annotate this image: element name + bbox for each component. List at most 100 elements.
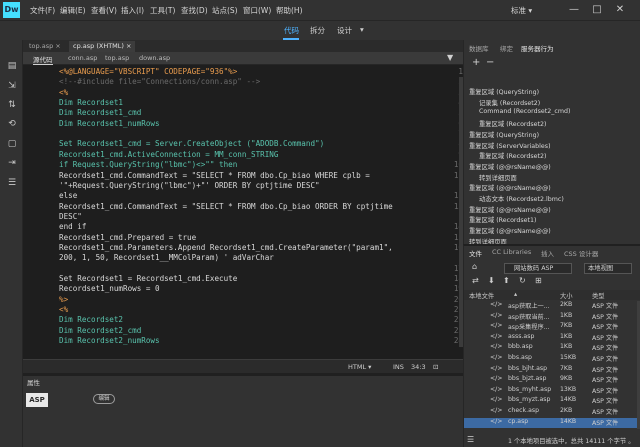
file-type: ASP 文件 — [592, 334, 619, 342]
tab-insert[interactable]: 插入 — [541, 248, 554, 258]
indent-icon[interactable]: ⇥ — [6, 157, 18, 169]
refresh-icon[interactable]: ↻ — [519, 276, 526, 285]
server-behavior-item[interactable]: 重复区域 (@@rsName@@) — [469, 205, 551, 214]
server-behavior-item[interactable]: 重复区域 (QueryString) — [469, 87, 539, 96]
server-behavior-item[interactable]: 重复区域 (Recordset2) — [479, 119, 547, 128]
col-type[interactable]: 类型 — [592, 291, 605, 300]
server-behavior-item[interactable]: 重复区域 (@@rsName@@) — [469, 183, 551, 192]
file-icon[interactable]: ▤ — [6, 60, 18, 72]
server-behavior-item[interactable]: Command (Recordset2_cmd) — [479, 108, 570, 115]
preview-icon[interactable]: ⊡ — [433, 363, 438, 371]
menu-insert[interactable]: 插入(I) — [121, 5, 144, 16]
file-row[interactable]: </> bbs_bjht.asp 7KB ASP 文件 — [464, 365, 637, 375]
related-down-asp[interactable]: down.asp — [139, 54, 170, 62]
wrap-icon[interactable]: ⟲ — [6, 118, 18, 130]
code-view-button[interactable]: 代码 — [284, 25, 299, 36]
file-size: 1KB — [560, 332, 573, 340]
split-view-button[interactable]: 拆分 — [310, 25, 325, 36]
code-editor[interactable]: 1 <%@LANGUAGE="VBSCRIPT" CODEPAGE="936"%>… — [23, 65, 463, 359]
filter-icon[interactable]: ▼ — [447, 53, 453, 62]
server-behavior-item[interactable]: 重复区域 (Recordset2) — [479, 151, 547, 160]
menu-find[interactable]: 查找(D) — [181, 5, 208, 16]
server-behavior-item[interactable]: 记录集 (Recordset2) — [479, 98, 540, 107]
site-select[interactable]: 网站数码 ASP — [504, 263, 572, 274]
file-row[interactable]: </> asp采集程序... 7KB ASP 文件 — [464, 322, 637, 332]
menu-window[interactable]: 窗口(W) — [243, 5, 271, 16]
collapse-icon[interactable]: ⇲ — [6, 80, 18, 92]
tab-files[interactable]: 文件 — [469, 248, 482, 258]
view-select[interactable]: 本地视图 — [584, 263, 632, 274]
close-icon[interactable]: ✕ — [613, 3, 627, 17]
server-behavior-item[interactable]: 重复区域 (QueryString) — [469, 130, 539, 139]
comment-icon[interactable]: ▢ — [6, 138, 18, 150]
tab-databases[interactable]: 数据库 — [469, 43, 489, 53]
expand-icon[interactable]: ⇅ — [6, 99, 18, 111]
sort-icon[interactable]: ▴ — [514, 291, 517, 298]
tab-server-behaviors[interactable]: 服务器行为 — [521, 43, 554, 53]
file-row[interactable]: </> bbs_bjzt.asp 9KB ASP 文件 — [464, 375, 637, 385]
file-row[interactable]: </> asp获取当前... 1KB ASP 文件 — [464, 312, 637, 322]
tab-top-asp[interactable]: top.asp × — [25, 41, 65, 52]
menu-edit[interactable]: 编辑(E) — [60, 5, 86, 16]
code-line: Recordset1_numRows = 0 — [59, 284, 160, 293]
server-behavior-item[interactable]: 重复区域 (ServerVariables) — [469, 141, 551, 150]
file-row[interactable]: </> asp获取上一... 2KB ASP 文件 — [464, 301, 637, 311]
menu-file[interactable]: 文件(F) — [30, 5, 55, 16]
related-conn-asp[interactable]: conn.asp — [68, 54, 97, 62]
col-local-files[interactable]: 本地文件 — [469, 291, 494, 300]
tab-css-designer[interactable]: CSS 设计器 — [564, 248, 598, 258]
doc-type-select[interactable]: HTML ▾ — [348, 363, 371, 371]
expand-panel-icon[interactable]: ⊞ — [535, 276, 542, 285]
server-behavior-item[interactable]: 转到详细页面 — [479, 173, 517, 182]
server-behavior-item[interactable]: 动态文本 (Recordset2.lbmc) — [479, 194, 564, 203]
tab-cc-libraries[interactable]: CC Libraries — [492, 248, 531, 256]
tab-cp-asp[interactable]: cp.asp (XHTML) × — [69, 41, 136, 52]
file-row[interactable]: </> bbb.asp 1KB ASP 文件 — [464, 343, 637, 353]
edit-button[interactable]: 编辑 — [93, 394, 115, 404]
connect-icon[interactable]: ⇄ — [472, 276, 479, 285]
files-header: 本地文件 ▴ 大小 类型 — [464, 290, 640, 300]
code-line: %> — [59, 295, 68, 304]
remove-behavior-icon[interactable]: − — [486, 57, 494, 68]
code-line: Dim Recordset1_cmd — [59, 108, 141, 117]
code-token: else — [59, 191, 78, 201]
server-behavior-item[interactable]: 重复区域 (Recordset1) — [469, 215, 537, 224]
file-row[interactable]: </> bbs_myzt.asp 14KB ASP 文件 — [464, 396, 637, 406]
code-line: end if — [59, 222, 86, 231]
file-row[interactable]: </> cp.asp 14KB ASP 文件 — [464, 417, 637, 428]
server-behavior-item[interactable]: 重复区域 (@@rsName@@) — [469, 162, 551, 171]
workspace-switcher[interactable]: 标准 ▾ — [511, 5, 532, 16]
maximize-icon[interactable]: □ — [590, 3, 604, 17]
design-view-button[interactable]: 设计 — [337, 25, 352, 36]
get-files-icon[interactable]: ⬇ — [488, 276, 495, 285]
menu-help[interactable]: 帮助(H) — [276, 5, 303, 16]
title-bar: Dw 文件(F) 编辑(E) 查看(V) 插入(I) 工具(T) 查找(D) 站… — [0, 0, 640, 20]
file-name: asss.asp — [508, 332, 535, 340]
file-size: 15KB — [560, 354, 577, 361]
add-behavior-icon[interactable]: + — [472, 57, 480, 68]
minimize-icon[interactable]: — — [567, 3, 581, 17]
file-code-icon: </> — [490, 311, 503, 319]
file-code-icon: </> — [490, 364, 503, 372]
format-icon[interactable]: ☰ — [6, 177, 18, 189]
related-source-code[interactable]: 源代码 — [33, 54, 53, 65]
put-files-icon[interactable]: ⬆ — [503, 276, 510, 285]
file-size: 13KB — [560, 385, 577, 393]
file-row[interactable]: </> bbs.asp 15KB ASP 文件 — [464, 354, 637, 364]
code-line: Dim Recordset1 — [59, 98, 123, 107]
related-top-asp[interactable]: top.asp — [105, 54, 129, 62]
server-behaviors-panel: 数据库 绑定 服务器行为 + − 重复区域 (QueryString) 记录集 (… — [463, 40, 640, 246]
server-behavior-item[interactable]: 重复区域 (@@rsName@@) — [469, 226, 551, 235]
menu-tools[interactable]: 工具(T) — [150, 5, 175, 16]
tab-bindings[interactable]: 绑定 — [500, 43, 513, 53]
col-size[interactable]: 大小 — [560, 291, 573, 300]
menu-view[interactable]: 查看(V) — [91, 5, 117, 16]
file-row[interactable]: </> check.asp 2KB ASP 文件 — [464, 407, 637, 417]
code-token: Dim Recordset2_numRows — [59, 336, 160, 346]
file-row[interactable]: </> asss.asp 1KB ASP 文件 — [464, 333, 637, 343]
menu-site[interactable]: 站点(S) — [212, 5, 238, 16]
code-token: <% — [59, 305, 69, 315]
view-dropdown-icon[interactable]: ▾ — [360, 25, 364, 34]
file-row[interactable]: </> bbs_myht.asp 13KB ASP 文件 — [464, 386, 637, 396]
code-line: <!--#include file="Connections/conn.asp"… — [59, 77, 260, 86]
